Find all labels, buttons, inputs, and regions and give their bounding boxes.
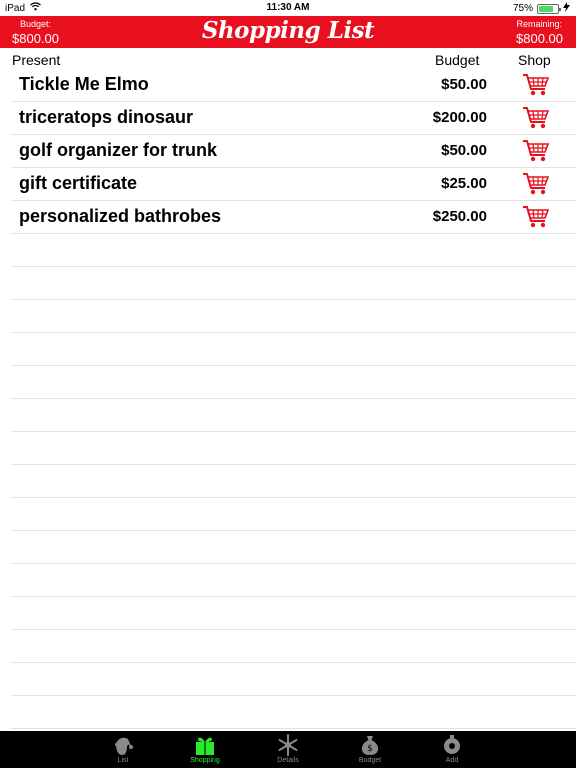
status-time: 11:30 AM	[266, 2, 310, 13]
item-name: Tickle Me Elmo	[19, 74, 149, 94]
gift-icon	[196, 737, 214, 755]
charging-icon	[563, 2, 570, 15]
tab-shopping[interactable]: Shopping	[175, 731, 235, 768]
tab-label: List	[117, 757, 129, 764]
tab-bar: List Shopping Details $ Budget Add	[0, 731, 576, 768]
empty-row	[11, 531, 576, 564]
item-price: $50.00	[441, 142, 487, 159]
empty-row	[11, 234, 576, 267]
list-item[interactable]: personalized bathrobes $250.00	[11, 201, 576, 234]
empty-row	[11, 564, 576, 597]
snowflake-icon	[278, 734, 298, 756]
empty-row	[11, 267, 576, 300]
page-title: Shopping List	[201, 17, 375, 44]
list-item[interactable]: triceratops dinosaur $200.00	[11, 102, 576, 135]
list-item[interactable]: Tickle Me Elmo $50.00	[11, 69, 576, 102]
cart-icon[interactable]	[522, 72, 550, 98]
empty-row	[11, 465, 576, 498]
ornament-icon	[444, 735, 460, 754]
status-bar: iPad 11:30 AM 75%	[0, 0, 576, 16]
column-headers: Present Budget Shop	[0, 49, 576, 69]
tab-label: Add	[445, 757, 459, 764]
item-price: $200.00	[432, 109, 487, 126]
santa-icon	[115, 737, 133, 755]
tab-details[interactable]: Details	[258, 731, 318, 768]
column-budget: Budget	[435, 52, 480, 68]
header-bar: Budget: $800.00 Shopping List Remaining:…	[0, 16, 576, 48]
money-bag-icon: $	[361, 736, 379, 755]
battery-icon	[537, 3, 561, 14]
cart-icon[interactable]	[522, 171, 550, 197]
svg-text:$: $	[367, 744, 373, 754]
empty-row	[11, 432, 576, 465]
item-name: personalized bathrobes	[19, 206, 222, 226]
empty-row	[11, 663, 576, 696]
list-item[interactable]: gift certificate $25.00	[11, 168, 576, 201]
tab-budget[interactable]: $ Budget	[340, 731, 400, 768]
tab-label: Details	[277, 757, 299, 764]
tab-label: Budget	[358, 757, 382, 764]
item-name: triceratops dinosaur	[19, 107, 194, 127]
shopping-list: Tickle Me Elmo $50.00 triceratops dinosa…	[0, 69, 576, 729]
column-present: Present	[12, 52, 61, 68]
empty-row	[11, 366, 576, 399]
empty-row	[11, 333, 576, 366]
cart-icon[interactable]	[522, 138, 550, 164]
empty-row	[11, 399, 576, 432]
empty-row	[11, 300, 576, 333]
cart-icon[interactable]	[522, 204, 550, 230]
empty-row	[11, 498, 576, 531]
empty-row	[11, 696, 576, 729]
cart-icon[interactable]	[522, 105, 550, 131]
battery-percent: 75%	[512, 3, 533, 14]
item-price: $250.00	[432, 208, 487, 225]
item-price: $25.00	[441, 175, 487, 192]
item-price: $50.00	[441, 76, 487, 93]
tab-add[interactable]: Add	[422, 731, 482, 768]
remaining-value: $800.00	[516, 31, 563, 46]
tab-label: Shopping	[190, 757, 220, 764]
tab-list[interactable]: List	[93, 731, 153, 768]
column-shop: Shop	[518, 52, 551, 68]
item-name: gift certificate	[19, 173, 138, 193]
empty-row	[11, 597, 576, 630]
empty-row	[11, 630, 576, 663]
remaining-label: Remaining:	[516, 19, 562, 29]
list-item[interactable]: golf organizer for trunk $50.00	[11, 135, 576, 168]
item-name: golf organizer for trunk	[19, 140, 217, 160]
